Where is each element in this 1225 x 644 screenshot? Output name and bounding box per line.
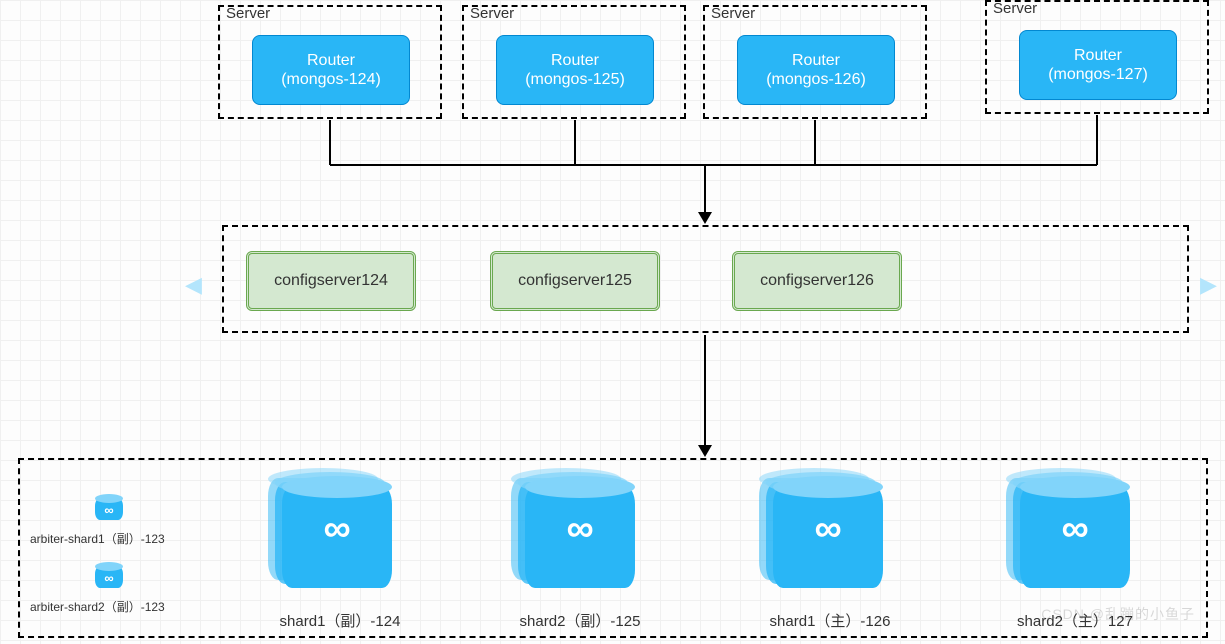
connectors — [0, 0, 1225, 644]
